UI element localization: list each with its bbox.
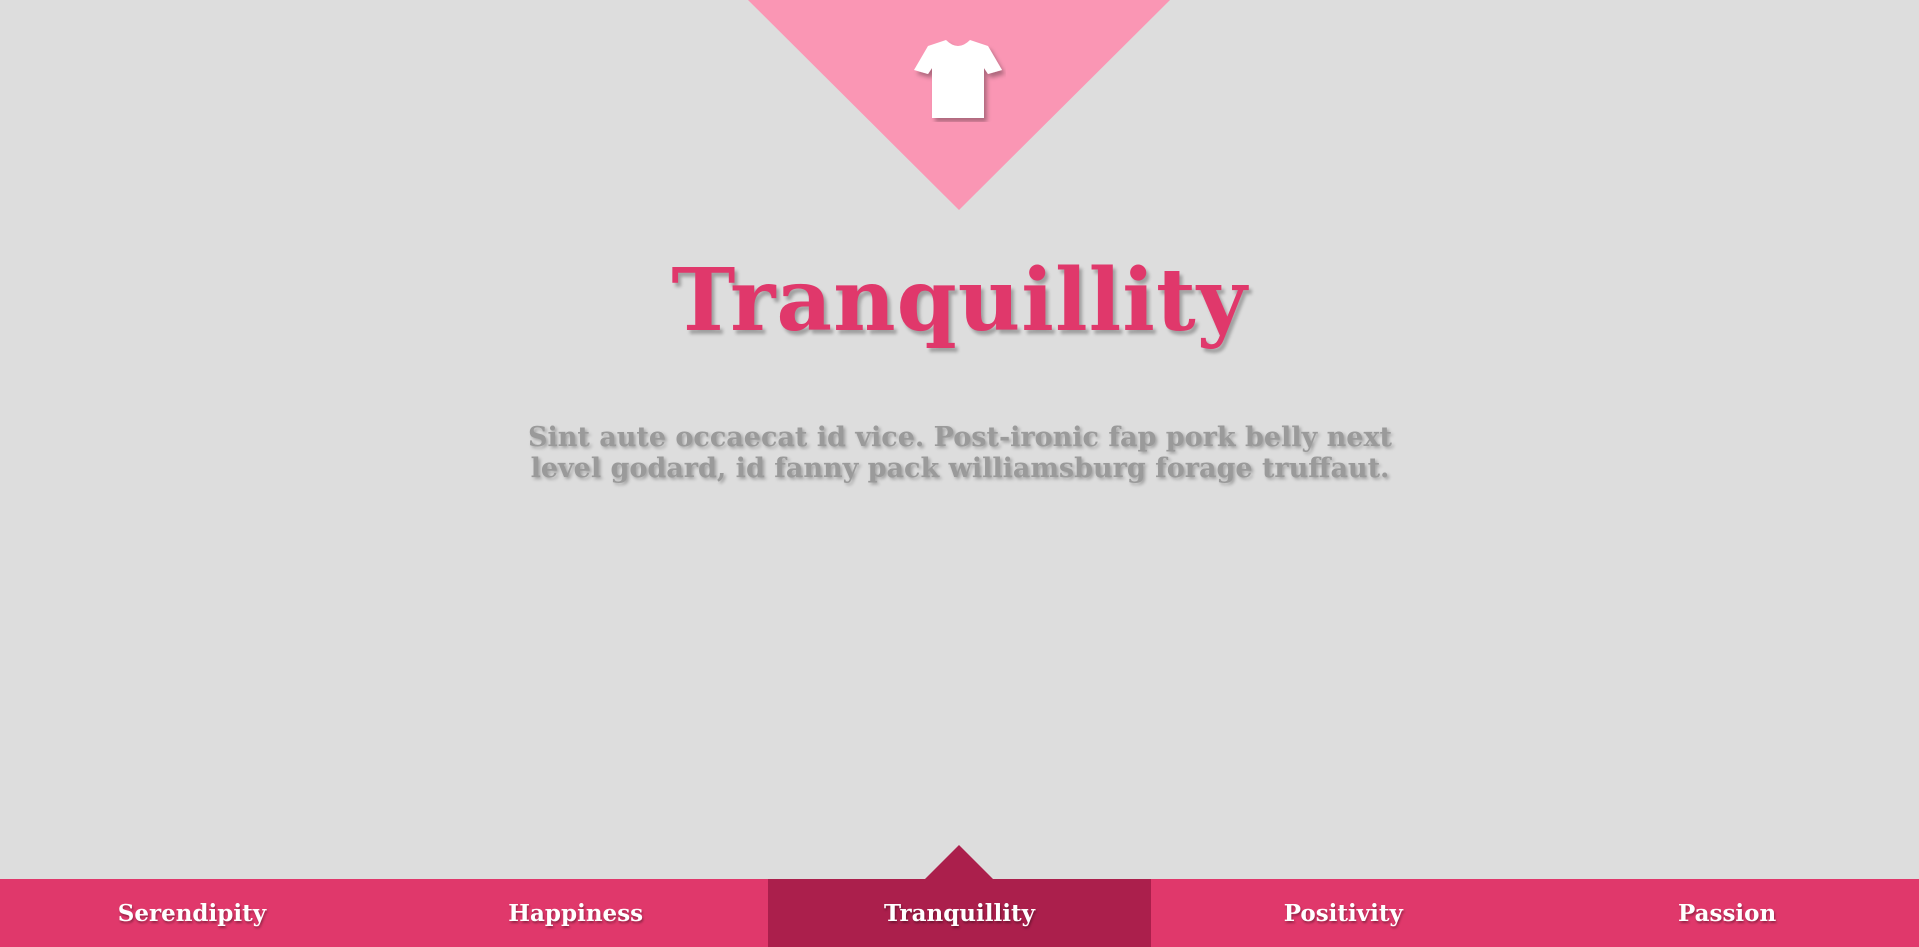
- nav-item-positivity[interactable]: Positivity: [1151, 879, 1535, 947]
- page: Tranquillity Sint aute occaecat id vice.…: [0, 0, 1919, 947]
- nav-item-label: Passion: [1677, 899, 1777, 927]
- page-description: Sint aute occaecat id vice. Post-ironic …: [527, 422, 1393, 484]
- page-title: Tranquillity: [671, 250, 1248, 351]
- nav-item-label: Happiness: [508, 899, 644, 927]
- tshirt-icon: [914, 40, 1002, 118]
- nav-item-label: Tranquillity: [884, 899, 1035, 927]
- nav-item-label: Serendipity: [117, 899, 267, 927]
- bottom-nav: Serendipity Happiness Tranquillity Posit…: [0, 845, 1919, 947]
- nav-item-passion[interactable]: Passion: [1535, 879, 1919, 947]
- nav-item-happiness[interactable]: Happiness: [384, 879, 768, 947]
- nav-item-tranquillity[interactable]: Tranquillity: [767, 845, 1152, 947]
- nav-item-label: Positivity: [1283, 899, 1403, 927]
- nav-item-serendipity[interactable]: Serendipity: [0, 879, 384, 947]
